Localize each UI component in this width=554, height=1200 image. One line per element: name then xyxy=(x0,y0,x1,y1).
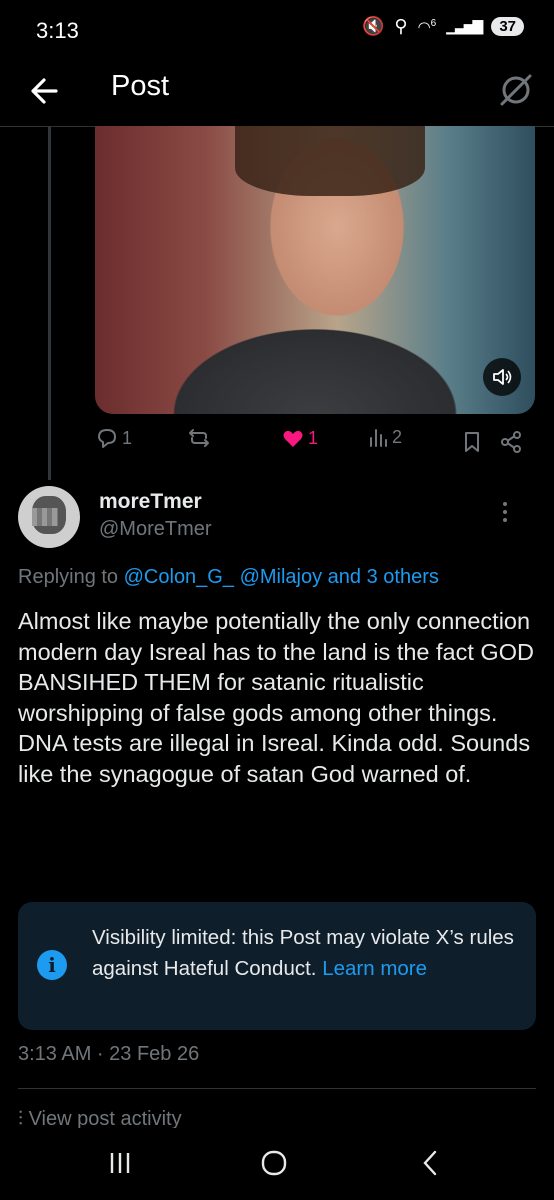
reply-action[interactable]: 1 xyxy=(95,426,132,450)
action-bar: 1 1 2 xyxy=(95,426,535,460)
location-icon: ⚲ xyxy=(394,16,408,36)
divider xyxy=(18,1088,536,1089)
visibility-notice: i Visibility limited: this Post may viol… xyxy=(18,902,536,1030)
page-title: Post xyxy=(111,70,170,102)
reply-count: 1 xyxy=(122,427,133,448)
system-nav-bar xyxy=(0,1128,554,1200)
volume-button[interactable] xyxy=(483,358,521,396)
repost-action[interactable] xyxy=(187,426,214,450)
views-icon xyxy=(370,429,387,447)
author-name[interactable]: moreTmer xyxy=(99,490,202,514)
mute-icon: 🔇 xyxy=(361,16,385,36)
battery-badge: 37 xyxy=(491,17,524,36)
share-icon[interactable] xyxy=(499,430,523,454)
like-count: 1 xyxy=(308,427,319,448)
learn-more-link[interactable]: Learn more xyxy=(322,957,427,980)
home-button[interactable] xyxy=(254,1146,294,1180)
speaker-icon xyxy=(493,369,512,385)
back-nav-button[interactable] xyxy=(410,1146,450,1180)
views-count: 2 xyxy=(392,426,403,447)
video-frame-detail xyxy=(235,126,425,196)
activity-icon: ⫶ xyxy=(18,1108,23,1130)
views-action[interactable]: 2 xyxy=(367,426,402,448)
status-time: 3:13 xyxy=(36,18,79,43)
status-bar: 3:13 🔇 ⚲ ◠6 ▁▃▅▇ 37 xyxy=(0,0,554,60)
like-action[interactable]: 1 xyxy=(281,426,318,450)
video-player[interactable] xyxy=(95,126,535,414)
mention-milajoy[interactable]: @Milajoy xyxy=(240,566,323,588)
reply-icon xyxy=(98,429,116,448)
post-timestamp: 3:13 AM · 23 Feb 26 xyxy=(18,1043,200,1065)
signal-icon: ▁▃▅▇ xyxy=(446,18,483,34)
avatar[interactable] xyxy=(18,486,80,548)
author-handle[interactable]: @MoreTmer xyxy=(99,518,212,541)
bookmark-icon[interactable] xyxy=(461,430,483,454)
wifi-icon: ◠6 xyxy=(417,17,437,36)
system-icons: 🔇 ⚲ ◠6 ▁▃▅▇ 37 xyxy=(362,16,524,37)
more-options-icon[interactable] xyxy=(500,500,510,524)
back-arrow-icon[interactable] xyxy=(26,66,66,116)
info-icon: i xyxy=(37,950,67,980)
recents-icon xyxy=(110,1153,130,1173)
recents-button[interactable] xyxy=(100,1146,140,1180)
mention-colon-g[interactable]: @Colon_G_ xyxy=(124,566,234,588)
top-bar: Post xyxy=(0,60,554,127)
replying-to: Replying to @Colon_G_ @Milajoy and 3 oth… xyxy=(18,566,439,588)
repost-icon xyxy=(189,429,209,447)
post-text: Almost like maybe potentially the only c… xyxy=(18,608,534,787)
chevron-left-icon xyxy=(423,1150,437,1176)
thread-line xyxy=(48,126,51,480)
home-icon xyxy=(261,1150,287,1176)
notice-text: Visibility limited: this Post may violat… xyxy=(92,926,514,980)
heart-icon xyxy=(283,430,303,447)
grok-icon[interactable] xyxy=(496,66,536,112)
mention-others[interactable]: and 3 others xyxy=(328,566,439,588)
